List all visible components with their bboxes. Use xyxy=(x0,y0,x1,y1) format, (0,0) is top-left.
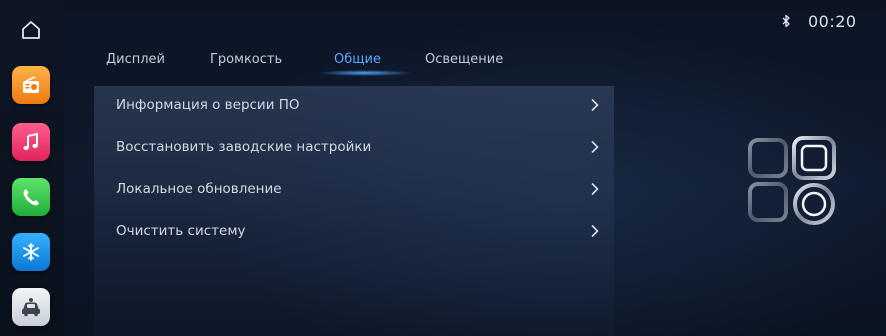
settings-row-clear-system[interactable]: Очистить систему xyxy=(94,212,614,252)
screen: 00:20 Дисплей Громкость Общие Освещение … xyxy=(0,0,886,336)
settings-emblem-icon xyxy=(748,136,836,225)
chevron-right-icon xyxy=(591,182,599,196)
settings-list: Информация о версии ПО Восстановить заво… xyxy=(94,86,614,336)
phone-app-button[interactable] xyxy=(12,178,50,216)
chevron-right-icon xyxy=(591,224,599,238)
phone-icon xyxy=(23,189,39,206)
climate-icon xyxy=(23,243,39,261)
car-icon xyxy=(22,298,40,317)
settings-row-factory-reset[interactable]: Восстановить заводские настройки xyxy=(94,128,614,168)
active-tab-indicator xyxy=(318,70,412,76)
car-app-button[interactable] xyxy=(12,288,50,326)
tab-lighting[interactable]: Освещение xyxy=(425,52,503,67)
climate-app-button[interactable] xyxy=(12,233,50,271)
music-icon xyxy=(23,132,38,151)
home-icon xyxy=(22,21,40,39)
bluetooth-icon xyxy=(782,14,790,28)
tab-display[interactable]: Дисплей xyxy=(106,52,165,67)
music-app-button[interactable] xyxy=(12,123,50,161)
home-button[interactable] xyxy=(13,12,49,48)
settings-row-local-update[interactable]: Локальное обновление xyxy=(94,170,614,210)
row-label: Информация о версии ПО xyxy=(116,97,300,113)
chevron-right-icon xyxy=(591,140,599,154)
settings-row-software-info[interactable]: Информация о версии ПО xyxy=(94,86,614,126)
app-dock xyxy=(0,0,64,336)
row-label: Восстановить заводские настройки xyxy=(116,139,372,155)
tab-volume[interactable]: Громкость xyxy=(210,52,282,67)
row-label: Очистить систему xyxy=(116,223,246,239)
tab-general[interactable]: Общие xyxy=(334,52,381,67)
chevron-right-icon xyxy=(591,98,599,112)
clock: 00:20 xyxy=(808,12,857,31)
radio-icon xyxy=(23,76,39,93)
row-label: Локальное обновление xyxy=(116,181,282,197)
radio-app-button[interactable] xyxy=(12,66,50,104)
